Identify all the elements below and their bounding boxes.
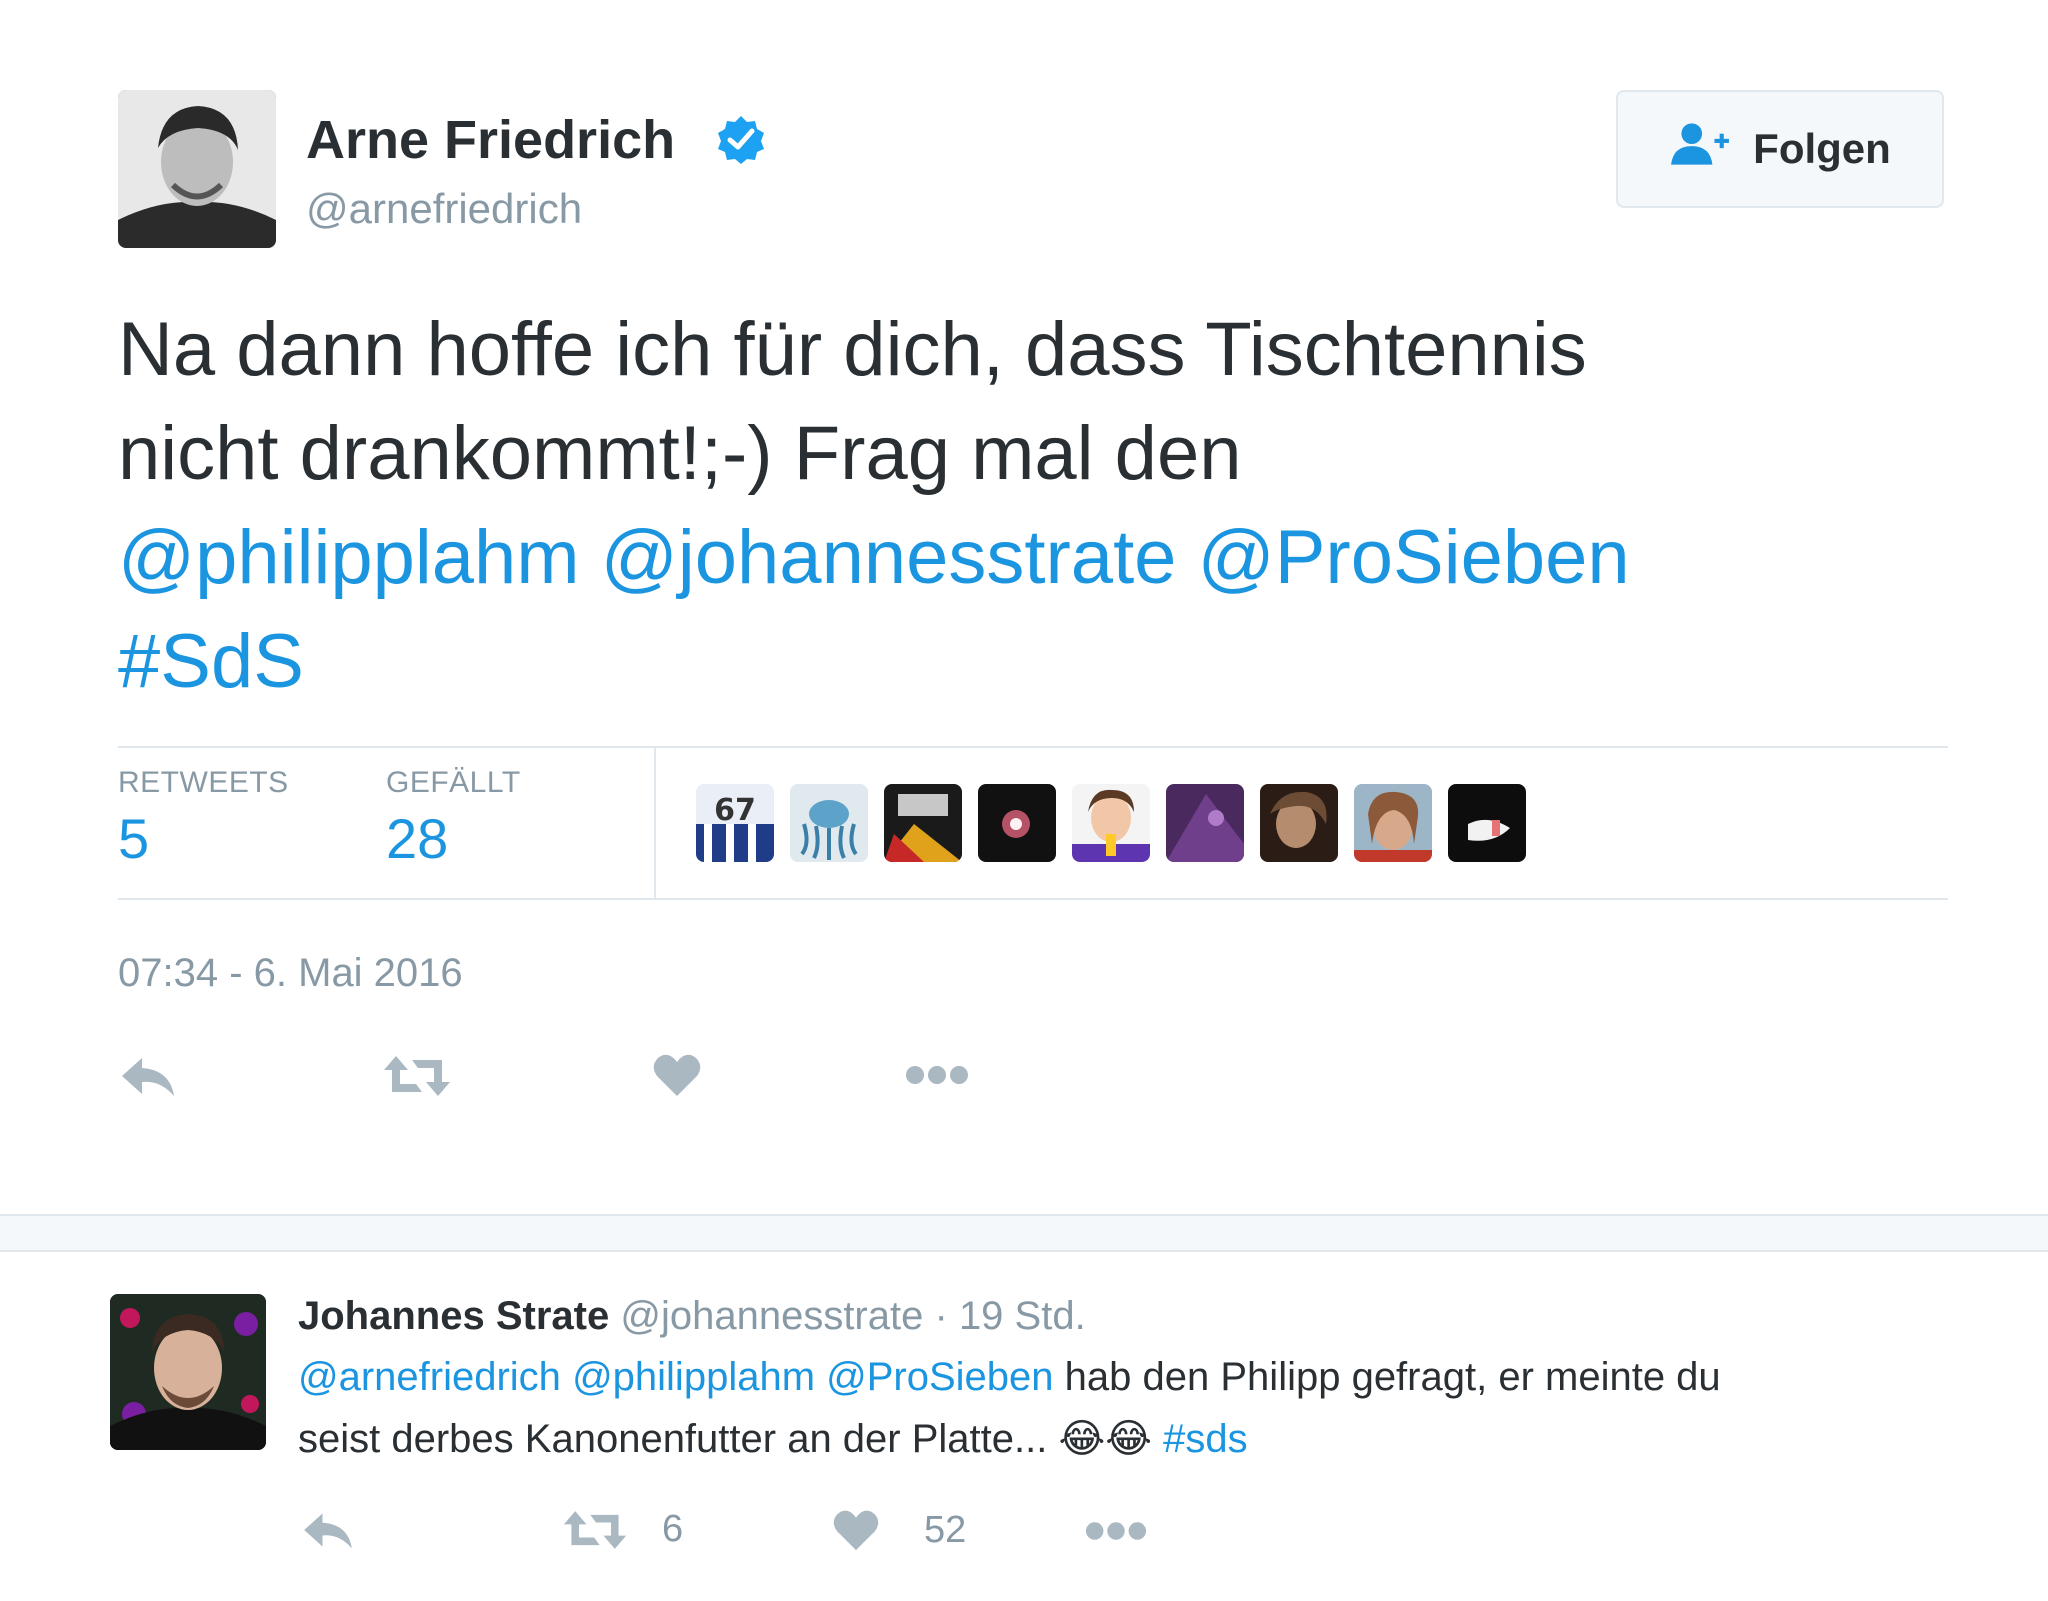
laughing-emoji-icon: 😂😂 — [1058, 1417, 1152, 1461]
liker-avatars: 67 — [696, 784, 1526, 862]
retweets-stat[interactable]: RETWEETS 5 — [118, 766, 289, 871]
mention-link[interactable]: @johannesstrate — [601, 515, 1177, 600]
stats-top-divider — [118, 746, 1948, 748]
author-name[interactable]: Arne Friedrich — [306, 108, 675, 172]
retweets-label: RETWEETS — [118, 766, 289, 799]
liker-avatar[interactable] — [1166, 784, 1244, 862]
tweet-text-line-2: nicht drankommt!;-) Frag mal den — [118, 411, 1242, 496]
hashtag-link[interactable]: #SdS — [118, 619, 304, 704]
follow-person-icon — [1669, 121, 1731, 177]
liker-avatar[interactable] — [1354, 784, 1432, 862]
more-action[interactable] — [904, 1064, 970, 1086]
likes-count: 28 — [386, 807, 449, 870]
more-icon — [904, 1064, 970, 1086]
tweet-mentions-line: @philipplahm @johannesstrate @ProSieben — [118, 506, 1978, 610]
heart-icon — [832, 1508, 880, 1552]
mention-link[interactable]: @philipplahm — [572, 1355, 815, 1399]
reply-time[interactable]: 19 Std. — [959, 1294, 1086, 1338]
liker-jersey-number: 67 — [714, 793, 756, 828]
mention-link[interactable]: @arnefriedrich — [298, 1355, 561, 1399]
reply-like-action[interactable]: 52 — [832, 1508, 966, 1552]
tweet-timestamp[interactable]: 07:34 - 6. Mai 2016 — [118, 948, 463, 998]
reply-more-action[interactable] — [1084, 1520, 1148, 1542]
hashtag-link[interactable]: #sds — [1163, 1417, 1248, 1461]
reply-author-name[interactable]: Johannes Strate — [298, 1294, 609, 1338]
liker-avatar[interactable] — [790, 784, 868, 862]
tweet-text-line-1: Na dann hoffe ich für dich, dass Tischte… — [118, 307, 1587, 392]
mention-link[interactable]: @ProSieben — [1198, 515, 1630, 600]
reply-retweet-action[interactable]: 6 — [562, 1508, 683, 1551]
author-avatar[interactable] — [118, 90, 276, 248]
like-action[interactable] — [652, 1052, 702, 1098]
likes-label: GEFÄLLT — [386, 766, 521, 799]
reply-author-handle[interactable]: @johannesstrate — [620, 1294, 923, 1338]
reply-header: Johannes Strate @johannesstrate · 19 Std… — [298, 1290, 1086, 1342]
verified-badge-icon — [716, 114, 766, 164]
liker-avatar[interactable] — [884, 784, 962, 862]
stats-vertical-divider — [654, 748, 656, 898]
reply-text-part-1: hab den Philipp gefragt, er meinte du — [1064, 1355, 1721, 1399]
reply-time-separator: · — [934, 1294, 948, 1338]
heart-icon — [652, 1052, 702, 1098]
follow-button[interactable]: Folgen — [1616, 90, 1944, 208]
reply-author-avatar[interactable] — [110, 1294, 266, 1450]
reply-icon — [118, 1052, 178, 1100]
follow-label: Folgen — [1753, 125, 1891, 172]
reply-text: @arnefriedrich @philipplahm @ProSieben h… — [298, 1346, 1978, 1470]
liker-avatar[interactable] — [1448, 784, 1526, 862]
likes-stat[interactable]: GEFÄLLT 28 — [386, 766, 521, 871]
liker-avatar[interactable] — [978, 784, 1056, 862]
replies-separator — [0, 1214, 2048, 1252]
retweets-count: 5 — [118, 807, 150, 870]
reply-reply-action[interactable] — [300, 1508, 356, 1552]
retweet-icon — [382, 1054, 452, 1098]
reply-like-count: 52 — [924, 1508, 967, 1551]
reply-text-part-2: seist derbes Kanonenfutter an der Platte… — [298, 1417, 1048, 1461]
reply-retweet-count: 6 — [662, 1508, 684, 1550]
reply-action[interactable] — [118, 1052, 178, 1100]
stats-bottom-divider — [118, 898, 1948, 900]
mention-link[interactable]: @ProSieben — [826, 1355, 1053, 1399]
liker-avatar[interactable]: 67 — [696, 784, 774, 862]
tweet-text: Na dann hoffe ich für dich, dass Tischte… — [118, 298, 1978, 714]
mention-link[interactable]: @philipplahm — [118, 515, 580, 600]
more-icon — [1084, 1520, 1148, 1542]
liker-avatar[interactable] — [1260, 784, 1338, 862]
liker-avatar[interactable] — [1072, 784, 1150, 862]
reply-icon — [300, 1508, 356, 1552]
retweet-action[interactable] — [382, 1054, 452, 1098]
author-handle[interactable]: @arnefriedrich — [306, 184, 582, 234]
retweet-icon — [562, 1509, 628, 1551]
